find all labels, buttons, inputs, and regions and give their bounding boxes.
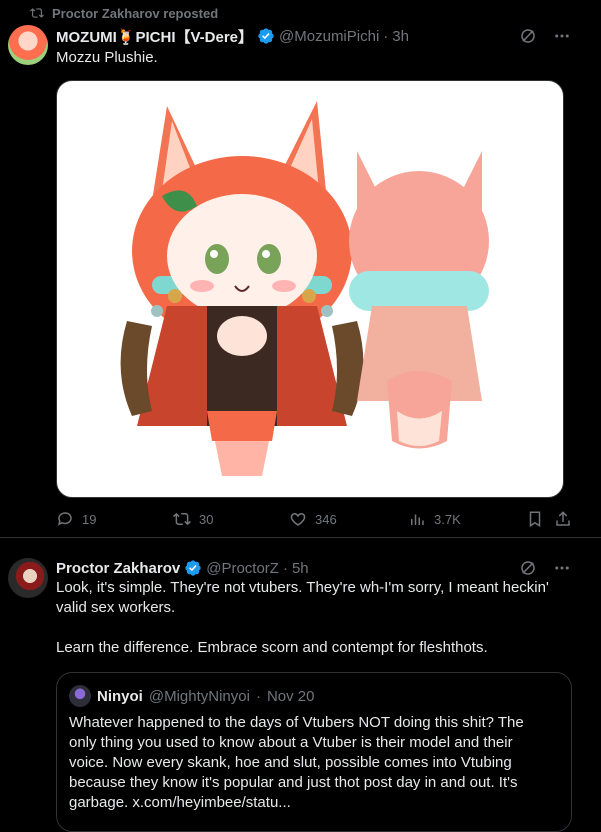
heart-icon	[290, 512, 306, 526]
like-button[interactable]: 346	[289, 510, 337, 528]
repost-indicator[interactable]: Proctor Zakharov reposted	[30, 5, 218, 21]
reply-icon	[57, 512, 72, 526]
timestamp: Nov 20	[266, 687, 315, 705]
post-header: MOZUMI🍹PICHI【V-Dere】 @MozumiPichi · 3h	[56, 26, 409, 46]
views-button[interactable]: 3.7K	[408, 510, 461, 528]
quoted-text-line: garbage. x.com/heyimbee/statu...	[69, 794, 291, 811]
share-icon	[556, 511, 570, 526]
quoted-text-line: voice. Now every skank, hoe and slut, po…	[69, 754, 512, 771]
share-button[interactable]	[554, 510, 572, 528]
timestamp[interactable]: 5h	[292, 560, 309, 577]
quoted-text-line: because they know it's popular and just …	[69, 774, 518, 791]
post-text: Look, it's simple. They're not vtubers. …	[56, 578, 576, 658]
post-text: Mozzu Plushie.	[56, 49, 158, 66]
repost-icon	[173, 512, 191, 526]
post-actions: 19 30 346 3.7K	[56, 510, 576, 532]
quoted-post[interactable]: Ninyoi @MightyNinyoi · Nov 20 Whatever h…	[56, 672, 572, 832]
grok-icon[interactable]	[519, 559, 537, 577]
more-options-icon[interactable]	[553, 27, 571, 45]
separator-dot: ·	[282, 559, 288, 577]
plushie-illustration	[120, 101, 489, 476]
repost-icon	[30, 8, 44, 18]
quoted-post-header: Ninyoi @MightyNinyoi · Nov 20	[69, 685, 314, 707]
repost-button[interactable]: 30	[173, 510, 213, 528]
post-header: Proctor Zakharov @ProctorZ · 5h	[56, 558, 309, 578]
repost-label: Proctor Zakharov reposted	[52, 5, 219, 21]
quoted-text-line: only thing you used to know about a Vtub…	[69, 734, 513, 751]
reply-button[interactable]: 19	[56, 510, 96, 528]
post-text-line: Learn the difference. Embrace scorn and …	[56, 639, 488, 656]
quoted-text-line: Whatever happened to the days of Vtubers…	[69, 714, 524, 731]
repost-count: 30	[199, 511, 214, 527]
reply-count: 19	[82, 511, 97, 527]
bookmark-icon	[529, 511, 541, 528]
display-name[interactable]: Proctor Zakharov	[56, 560, 180, 577]
display-name[interactable]: MOZUMI🍹PICHI【V-Dere】	[56, 26, 253, 47]
handle: @MightyNinyoi	[148, 687, 250, 705]
post-text-line: valid sex workers.	[56, 599, 176, 616]
handle[interactable]: @MozumiPichi	[279, 28, 379, 45]
views-count: 3.7K	[434, 511, 461, 527]
handle[interactable]: @ProctorZ	[206, 560, 279, 577]
post-text-line: Look, it's simple. They're not vtubers. …	[56, 579, 549, 596]
post-image[interactable]	[56, 80, 564, 498]
separator-dot: ·	[383, 27, 389, 45]
avatar	[69, 685, 91, 707]
retweeted-post[interactable]: Proctor Zakharov reposted MOZUMI🍹PICHI【V…	[0, 0, 601, 538]
grok-icon[interactable]	[519, 27, 537, 45]
timestamp[interactable]: 3h	[392, 28, 409, 45]
views-icon	[411, 514, 424, 525]
avatar[interactable]	[8, 25, 48, 65]
separator-dot: ·	[255, 687, 261, 705]
post-header-actions	[519, 559, 571, 577]
verified-badge-icon	[185, 560, 201, 576]
verified-badge-icon	[258, 28, 274, 44]
like-count: 346	[315, 511, 337, 527]
display-name: Ninyoi	[97, 687, 143, 705]
bookmark-button[interactable]	[526, 510, 544, 528]
post-header-actions	[519, 27, 571, 45]
avatar[interactable]	[8, 558, 48, 598]
quoted-post-text: Whatever happened to the days of Vtubers…	[69, 713, 549, 813]
more-options-icon[interactable]	[553, 559, 571, 577]
